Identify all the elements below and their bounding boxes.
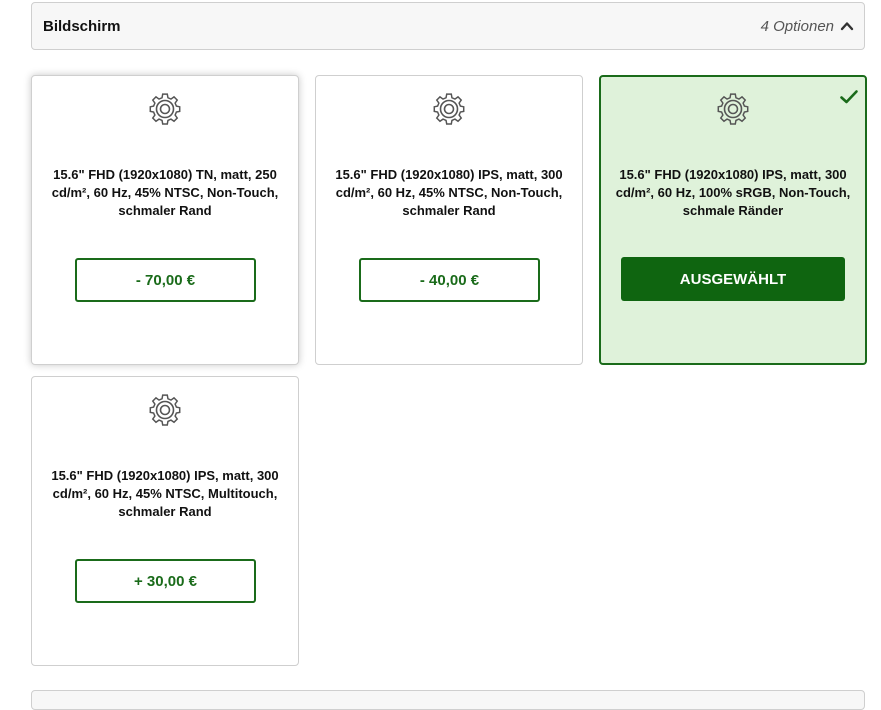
option-card-multitouch[interactable]: 15.6" FHD (1920x1080) IPS, matt, 300 cd/…: [31, 376, 299, 666]
section-toggle[interactable]: 4 Optionen: [761, 18, 854, 35]
option-card-ips-45ntsc[interactable]: 15.6" FHD (1920x1080) IPS, matt, 300 cd/…: [315, 75, 583, 365]
gear-icon: [717, 93, 749, 125]
gear-icon: [149, 394, 181, 426]
next-section-header[interactable]: [31, 690, 865, 710]
section-title: Bildschirm: [43, 17, 121, 35]
options-count: 4 Optionen: [760, 17, 834, 35]
select-option-button[interactable]: + 30,00 €: [75, 559, 256, 603]
chevron-up-icon: [840, 22, 854, 31]
select-option-button[interactable]: - 40,00 €: [359, 258, 540, 302]
option-description: 15.6" FHD (1920x1080) IPS, matt, 300 cd/…: [51, 468, 279, 519]
option-description: 15.6" FHD (1920x1080) IPS, matt, 300 cd/…: [615, 167, 851, 218]
option-description: 15.6" FHD (1920x1080) TN, matt, 250 cd/m…: [51, 167, 279, 218]
option-card-tn[interactable]: 15.6" FHD (1920x1080) TN, matt, 250 cd/m…: [31, 75, 299, 365]
gear-icon: [149, 93, 181, 125]
section-header-bildschirm[interactable]: Bildschirm 4 Optionen: [31, 2, 865, 50]
select-option-button[interactable]: - 70,00 €: [75, 258, 256, 302]
option-description: 15.6" FHD (1920x1080) IPS, matt, 300 cd/…: [335, 167, 563, 218]
gear-icon: [433, 93, 465, 125]
option-card-ips-srgb-selected[interactable]: 15.6" FHD (1920x1080) IPS, matt, 300 cd/…: [599, 75, 867, 365]
selected-button[interactable]: AUSGEWÄHLT: [621, 257, 845, 301]
checkmark-icon: [840, 90, 858, 104]
